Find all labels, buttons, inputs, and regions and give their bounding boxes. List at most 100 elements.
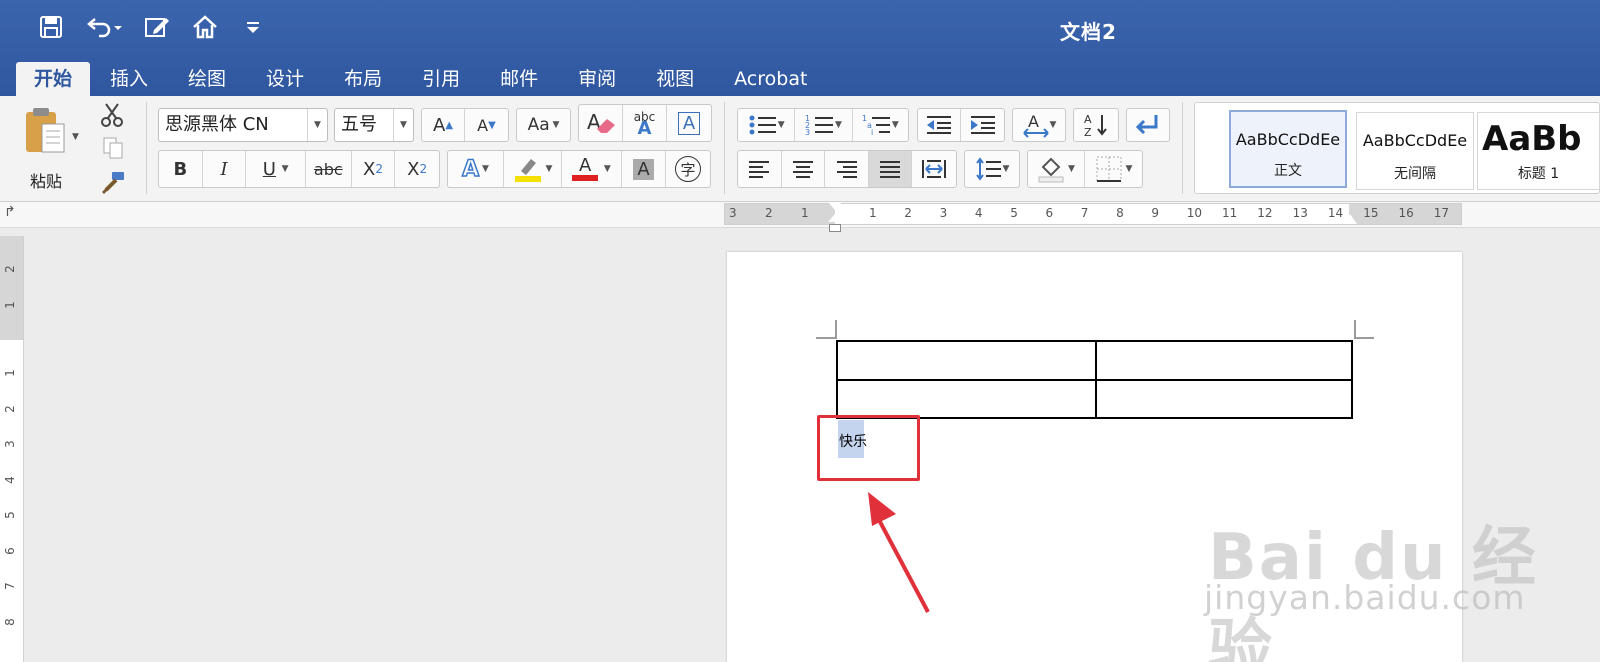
style-heading-1[interactable]: AaBb 标题 1 — [1477, 112, 1600, 190]
underline-button[interactable]: U ▼ — [246, 151, 306, 187]
undo-icon[interactable] — [84, 12, 124, 42]
text-box-button[interactable]: A — [667, 105, 711, 141]
shading-button[interactable]: ▼ — [1028, 151, 1086, 187]
svg-text:i: i — [871, 128, 873, 137]
copy-icon[interactable] — [102, 136, 124, 164]
font-size-adjust-group: A ▲ A ▼ — [421, 108, 509, 142]
left-indent-marker[interactable] — [828, 214, 842, 222]
tab-design[interactable]: 设计 — [246, 62, 324, 96]
font-name-select[interactable]: 思源黑体 CN ▼ — [158, 108, 328, 142]
align-center-button[interactable] — [782, 151, 826, 187]
tab-mailings[interactable]: 邮件 — [480, 62, 558, 96]
style-sample: AaBbCcDdEe — [1362, 131, 1468, 150]
text-effects-button[interactable]: abc A — [623, 105, 667, 141]
sort-button[interactable]: AZ — [1074, 109, 1118, 141]
font-name-value: 思源黑体 CN — [165, 114, 269, 135]
change-case-button[interactable]: Aa ▼ — [517, 109, 570, 141]
annotation-arrow — [868, 492, 930, 613]
left-indent-box[interactable] — [829, 224, 841, 232]
italic-button[interactable]: I — [203, 151, 247, 187]
cut-icon[interactable] — [100, 102, 124, 132]
line-spacing-button[interactable]: ▼ — [965, 151, 1019, 187]
ribbon-tabs: 开始 插入 绘图 设计 布局 引用 邮件 审阅 视图 Acrobat — [16, 62, 827, 96]
document-table[interactable] — [836, 340, 1353, 419]
distributed-button[interactable] — [912, 151, 956, 187]
character-shading-button[interactable]: A — [622, 151, 666, 187]
decrease-indent-button[interactable] — [918, 109, 962, 141]
customize-toolbar-icon[interactable] — [238, 12, 268, 42]
decrease-indent-icon — [927, 116, 951, 134]
ruler-number: 1 — [2, 301, 17, 309]
ruler-number: 5 — [1010, 206, 1018, 220]
borders-button[interactable]: ▼ — [1085, 151, 1142, 187]
save-icon[interactable] — [36, 12, 66, 42]
strikethrough-button[interactable]: abc — [306, 151, 352, 187]
ruler-number: 2 — [2, 404, 17, 413]
text-effects-color-button[interactable]: A ▼ — [448, 151, 504, 187]
align-left-button[interactable] — [738, 151, 782, 187]
numbered-list-icon: 123 — [805, 114, 834, 137]
ruler-number: 6 — [1045, 206, 1054, 220]
numbering-button[interactable]: 1 2 3 ▼ — [795, 109, 853, 141]
ruler-number: 4 — [2, 475, 17, 484]
text-direction-button[interactable]: A ▼ — [1013, 109, 1065, 141]
ruler-number: 8 — [1116, 206, 1124, 220]
style-normal[interactable]: AaBbCcDdEe 正文 — [1229, 110, 1347, 188]
ruler-number: 5 — [2, 511, 17, 519]
edit-document-icon[interactable] — [142, 12, 172, 42]
tab-home[interactable]: 开始 — [16, 62, 91, 96]
format-painter-icon[interactable] — [100, 170, 126, 198]
ruler-number: 3 — [939, 206, 948, 220]
tab-view[interactable]: 视图 — [636, 62, 714, 96]
list-group: ▼ 1 2 3 ▼ 1 a i ▼ — [737, 108, 909, 142]
bullets-button[interactable]: ▼ — [738, 109, 796, 141]
justify-button[interactable] — [868, 151, 913, 187]
align-right-button[interactable] — [825, 151, 869, 187]
ruler-number: 13 — [1292, 206, 1308, 220]
margin-corner-mark — [1354, 320, 1374, 339]
ruler-number: 7 — [2, 582, 17, 590]
multilevel-list-button[interactable]: 1 a i ▼ — [853, 109, 908, 141]
highlight-button[interactable]: ▼ — [504, 151, 562, 187]
shading-borders-group: ▼ ▼ — [1027, 150, 1143, 188]
increase-indent-button[interactable] — [961, 109, 1004, 141]
multilevel-list-icon: 1ai — [862, 114, 890, 137]
ruler-number: 9 — [1151, 206, 1160, 220]
subscript-button[interactable]: X2 — [352, 151, 396, 187]
paste-dropdown-icon[interactable]: ▼ — [72, 132, 79, 142]
tab-selector-icon[interactable]: ↱ — [4, 204, 16, 220]
shrink-font-button[interactable]: A ▼ — [465, 109, 508, 141]
clear-formatting-button[interactable]: A — [579, 105, 623, 141]
eraser-icon: A — [587, 110, 615, 134]
font-size-select[interactable]: 五号 ▼ — [334, 108, 414, 142]
title-bar: 文档2 开始 插入 绘图 设计 布局 引用 邮件 审阅 视图 Acrobat — [0, 0, 1600, 96]
line-spacing-group: ▼ — [964, 150, 1020, 188]
home-icon[interactable] — [190, 12, 220, 42]
right-indent-marker[interactable] — [1343, 214, 1357, 224]
tab-review[interactable]: 审阅 — [558, 62, 636, 96]
indent-group — [917, 108, 1005, 142]
grow-font-button[interactable]: A ▲ — [422, 109, 466, 141]
tab-insert[interactable]: 插入 — [90, 62, 168, 96]
tab-references[interactable]: 引用 — [402, 62, 480, 96]
style-no-spacing[interactable]: AaBbCcDdEe 无间隔 — [1356, 112, 1474, 190]
character-format-group: B I U ▼ abc X2 X2 — [158, 150, 440, 188]
show-formatting-marks-button[interactable] — [1127, 109, 1169, 141]
quick-access-toolbar — [36, 12, 268, 42]
tab-acrobat[interactable]: Acrobat — [714, 62, 827, 96]
paste-button[interactable]: ▼ 粘贴 — [20, 104, 84, 194]
tab-draw[interactable]: 绘图 — [168, 62, 246, 96]
ruler-number: 2 — [765, 206, 773, 220]
ruler-number: 12 — [1257, 206, 1273, 220]
font-color-button[interactable]: A ▼ — [562, 151, 622, 187]
svg-text:3: 3 — [805, 128, 810, 137]
tab-layout[interactable]: 布局 — [324, 62, 402, 96]
superscript-button[interactable]: X2 — [395, 151, 439, 187]
phonetic-guide-button[interactable]: 字 — [666, 151, 710, 187]
style-label: 正文 — [1274, 163, 1302, 179]
bold-button[interactable]: B — [159, 151, 203, 187]
vertical-ruler[interactable]: 2 1 1 2 3 4 5 6 7 8 — [0, 236, 24, 662]
text-direction-icon: A — [1022, 112, 1049, 138]
first-line-indent-marker[interactable] — [828, 202, 842, 210]
chevron-down-icon: ▼ — [393, 109, 413, 141]
